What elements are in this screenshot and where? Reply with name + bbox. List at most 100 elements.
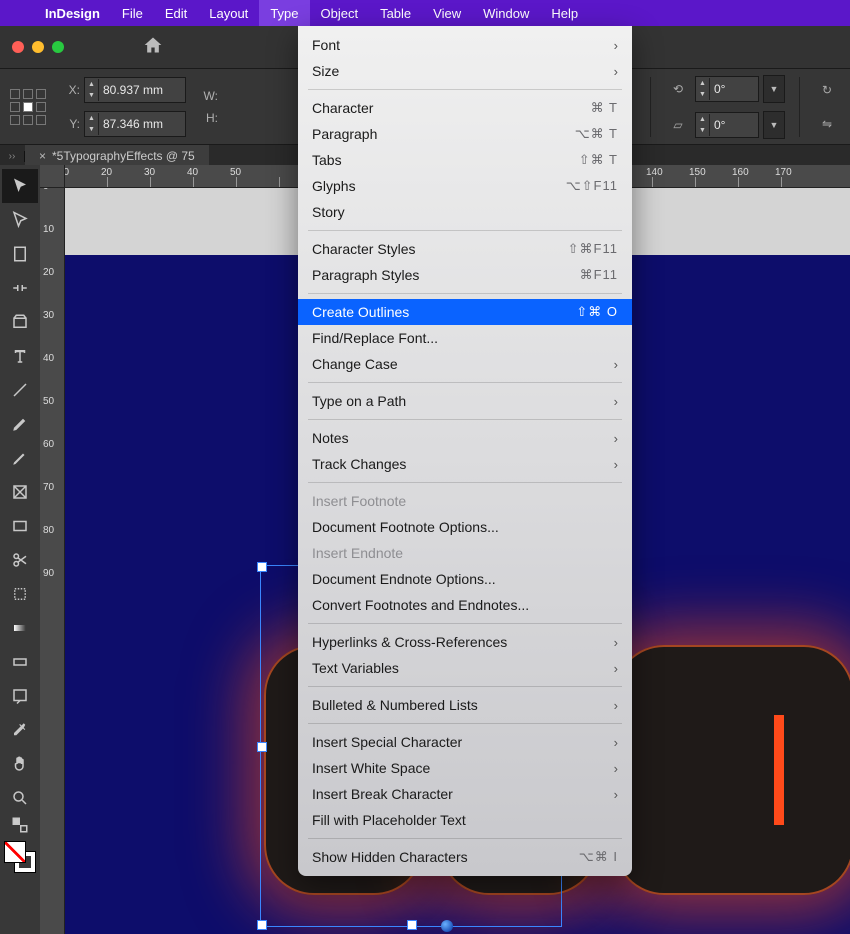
menu-separator — [308, 293, 622, 294]
rectangle-frame-tool[interactable] — [2, 475, 38, 509]
panel-expand-icon[interactable]: ›› — [0, 151, 25, 162]
menu-item[interactable]: Font› — [298, 32, 632, 58]
resize-handle[interactable] — [257, 920, 267, 930]
mac-menubar: InDesign File Edit Layout Type Object Ta… — [0, 0, 850, 26]
close-window-button[interactable] — [12, 41, 24, 53]
menu-type[interactable]: Type — [259, 0, 309, 26]
menu-item-label: Text Variables — [312, 660, 399, 676]
menu-item[interactable]: Find/Replace Font... — [298, 325, 632, 351]
menu-object[interactable]: Object — [310, 0, 370, 26]
eyedropper-tool[interactable] — [2, 713, 38, 747]
y-field[interactable]: ▲▼ — [84, 111, 186, 137]
menu-item: Insert Footnote — [298, 488, 632, 514]
content-collector-tool[interactable] — [2, 305, 38, 339]
menu-view[interactable]: View — [422, 0, 472, 26]
menu-app[interactable]: InDesign — [34, 0, 111, 26]
menu-item[interactable]: Document Footnote Options... — [298, 514, 632, 540]
minimize-window-button[interactable] — [32, 41, 44, 53]
content-grabber-icon[interactable] — [441, 920, 453, 932]
submenu-arrow-icon: › — [614, 661, 618, 676]
menu-window[interactable]: Window — [472, 0, 540, 26]
x-field[interactable]: ▲▼ — [84, 77, 186, 103]
menu-item[interactable]: Size› — [298, 58, 632, 84]
zoom-tool[interactable] — [2, 781, 38, 815]
gap-tool[interactable] — [2, 271, 38, 305]
menu-item[interactable]: Fill with Placeholder Text — [298, 807, 632, 833]
shear-dropdown[interactable]: ▼ — [763, 111, 785, 139]
free-transform-tool[interactable] — [2, 577, 38, 611]
rectangle-tool[interactable] — [2, 509, 38, 543]
menu-item[interactable]: Insert White Space› — [298, 755, 632, 781]
menu-item[interactable]: Insert Special Character› — [298, 729, 632, 755]
menu-table[interactable]: Table — [369, 0, 422, 26]
menu-item[interactable]: Character Styles⇧⌘F11 — [298, 236, 632, 262]
menu-item[interactable]: Track Changes› — [298, 451, 632, 477]
selection-tool[interactable] — [2, 169, 38, 203]
fill-stroke-swatch[interactable] — [4, 841, 36, 873]
rotation-dropdown[interactable]: ▼ — [763, 75, 785, 103]
submenu-arrow-icon: › — [614, 635, 618, 650]
menu-item[interactable]: Notes› — [298, 425, 632, 451]
menu-separator — [308, 382, 622, 383]
close-tab-icon[interactable]: × — [39, 149, 46, 163]
menu-item[interactable]: Type on a Path› — [298, 388, 632, 414]
menu-item[interactable]: Insert Break Character› — [298, 781, 632, 807]
direct-selection-tool[interactable] — [2, 203, 38, 237]
menu-edit[interactable]: Edit — [154, 0, 198, 26]
reference-point-grid[interactable] — [10, 89, 46, 125]
document-tab[interactable]: × *5TypographyEffects @ 75 — [25, 145, 209, 167]
rotation-field[interactable]: ▲▼ — [695, 76, 759, 102]
rotate-cw-icon[interactable]: ↻ — [814, 77, 840, 103]
submenu-arrow-icon: › — [614, 735, 618, 750]
shear-field[interactable]: ▲▼ — [695, 112, 759, 138]
x-input[interactable] — [99, 83, 185, 97]
vertical-ruler[interactable]: 0 10 20 30 40 50 60 70 80 90 — [40, 187, 65, 934]
fill-stroke-toggle[interactable] — [2, 815, 38, 835]
menu-item[interactable]: Character⌘ T — [298, 95, 632, 121]
menu-item-label: Document Footnote Options... — [312, 519, 499, 535]
menu-item[interactable]: Change Case› — [298, 351, 632, 377]
menu-item[interactable]: Bulleted & Numbered Lists› — [298, 692, 632, 718]
pencil-tool[interactable] — [2, 441, 38, 475]
menu-item-label: Find/Replace Font... — [312, 330, 438, 346]
menu-item[interactable]: Create Outlines⇧⌘ O — [298, 299, 632, 325]
menu-item[interactable]: Hyperlinks & Cross-References› — [298, 629, 632, 655]
type-tool[interactable] — [2, 339, 38, 373]
menu-item[interactable]: Glyphs⌥⇧F11 — [298, 173, 632, 199]
flip-horizontal-icon[interactable]: ⇋ — [814, 111, 840, 137]
gradient-feather-tool[interactable] — [2, 645, 38, 679]
menu-item[interactable]: Paragraph Styles⌘F11 — [298, 262, 632, 288]
menu-item[interactable]: Story — [298, 199, 632, 225]
menu-separator — [308, 686, 622, 687]
line-tool[interactable] — [2, 373, 38, 407]
ruler-origin[interactable] — [40, 165, 65, 188]
submenu-arrow-icon: › — [614, 761, 618, 776]
note-tool[interactable] — [2, 679, 38, 713]
rotation-input[interactable] — [710, 82, 758, 96]
zoom-window-button[interactable] — [52, 41, 64, 53]
menu-item[interactable]: Document Endnote Options... — [298, 566, 632, 592]
menu-help[interactable]: Help — [540, 0, 589, 26]
resize-handle[interactable] — [257, 742, 267, 752]
gradient-swatch-tool[interactable] — [2, 611, 38, 645]
menu-item-shortcut: ⌥⌘ I — [579, 849, 618, 865]
page-tool[interactable] — [2, 237, 38, 271]
y-input[interactable] — [99, 117, 185, 131]
menu-item-label: Insert Endnote — [312, 545, 403, 561]
hand-tool[interactable] — [2, 747, 38, 781]
rounded-shape[interactable] — [614, 645, 850, 895]
shear-input[interactable] — [710, 118, 758, 132]
pen-tool[interactable] — [2, 407, 38, 441]
resize-handle[interactable] — [407, 920, 417, 930]
resize-handle[interactable] — [257, 562, 267, 572]
home-icon[interactable] — [142, 35, 164, 60]
menu-item[interactable]: Show Hidden Characters⌥⌘ I — [298, 844, 632, 870]
menu-item[interactable]: Text Variables › — [298, 655, 632, 681]
menu-item[interactable]: Convert Footnotes and Endnotes... — [298, 592, 632, 618]
menu-item[interactable]: Tabs⇧⌘ T — [298, 147, 632, 173]
menu-layout[interactable]: Layout — [198, 0, 259, 26]
menu-file[interactable]: File — [111, 0, 154, 26]
menu-item[interactable]: Paragraph⌥⌘ T — [298, 121, 632, 147]
scissors-tool[interactable] — [2, 543, 38, 577]
menu-item-shortcut: ⌘F11 — [580, 267, 618, 283]
